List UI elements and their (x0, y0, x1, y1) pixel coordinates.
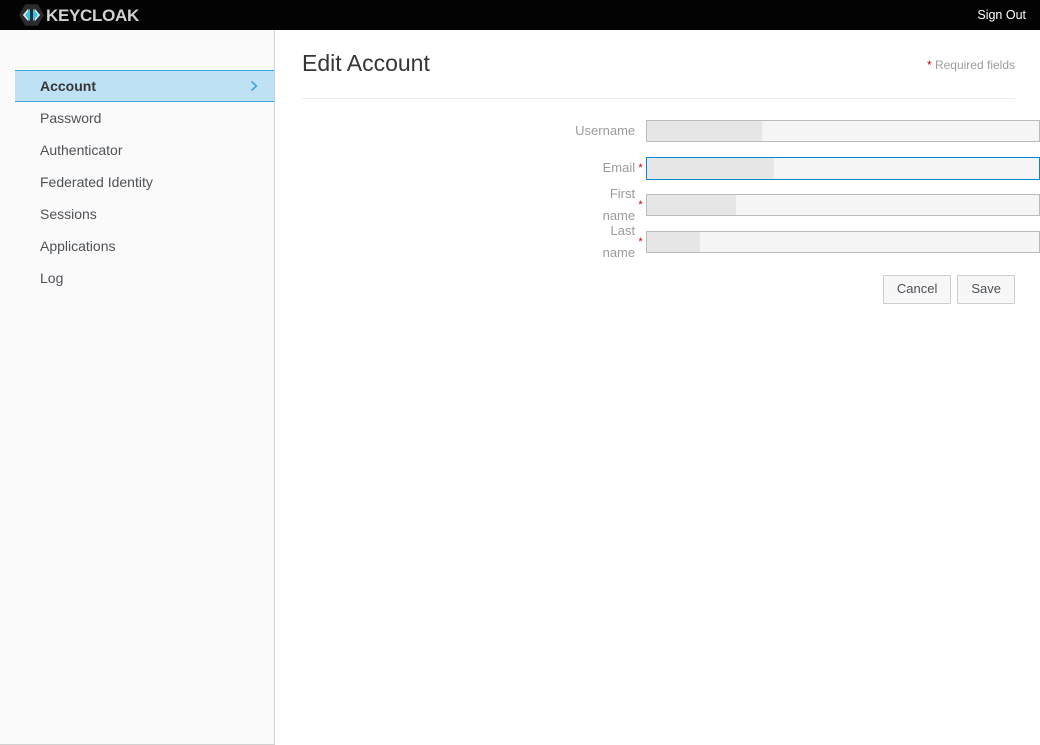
sidebar-item-label: Sessions (40, 206, 97, 222)
first-name-field[interactable] (645, 194, 1040, 216)
save-button[interactable]: Save (957, 275, 1015, 304)
required-asterisk: * (926, 58, 932, 72)
sidebar-item-label: Federated Identity (40, 174, 153, 190)
redaction-bar (646, 195, 736, 215)
sidebar-item-label: Password (40, 110, 102, 126)
sidebar-item-log[interactable]: Log (15, 262, 274, 294)
cancel-button[interactable]: Cancel (882, 275, 952, 304)
form-row-first-name: First name * (275, 186, 1040, 223)
redaction-bar (646, 157, 774, 179)
sidebar-item-label: Authenticator (40, 142, 123, 158)
first-name-required-marker: * (638, 199, 643, 211)
form-row-username: Username (275, 120, 1040, 142)
form-row-last-name: Last name * (275, 223, 1040, 260)
last-name-label: Last name (602, 223, 636, 260)
sidebar-item-authenticator[interactable]: Authenticator (15, 134, 274, 166)
sidebar-item-label: Applications (40, 238, 116, 254)
sidebar-item-password[interactable]: Password (15, 102, 274, 134)
form-actions: Cancel Save (275, 275, 1015, 304)
edit-account-form: Username Email * First name * Last name … (275, 120, 1040, 304)
brand[interactable]: KEYCLOAK (19, 0, 139, 30)
main-content: Edit Account * Required fields Username … (275, 30, 1040, 745)
sidebar-item-sessions[interactable]: Sessions (15, 198, 274, 230)
sidebar: Account Password Authenticator Federated… (0, 30, 275, 745)
navbar-right: Sign Out (977, 8, 1026, 22)
form-row-email: Email * (275, 156, 1040, 180)
sidebar-item-label: Log (40, 270, 64, 286)
sidebar-item-label: Account (40, 78, 96, 94)
sidebar-nav-list: Account Password Authenticator Federated… (0, 30, 274, 294)
last-name-required-marker: * (638, 236, 643, 248)
sidebar-item-account[interactable]: Account (15, 70, 274, 102)
chevron-right-icon (251, 81, 258, 91)
required-fields-note: * Required fields (927, 58, 1015, 72)
page-title: Edit Account (302, 50, 430, 76)
sign-out-link[interactable]: Sign Out (977, 8, 1026, 22)
top-navbar: KEYCLOAK Sign Out (0, 0, 1040, 30)
last-name-field[interactable] (645, 231, 1040, 253)
email-field[interactable] (645, 156, 1040, 180)
username-field[interactable] (645, 120, 1040, 142)
username-label: Username (575, 123, 636, 138)
page-header: Edit Account * Required fields (302, 30, 1015, 99)
brand-text: KEYCLOAK (46, 5, 139, 25)
required-fields-label: Required fields (934, 58, 1015, 72)
email-required-marker: * (638, 162, 643, 174)
email-label: Email (602, 160, 636, 175)
keycloak-logo-icon (19, 4, 44, 26)
redaction-bar (646, 121, 762, 141)
sidebar-item-applications[interactable]: Applications (15, 230, 274, 262)
redaction-bar (646, 232, 700, 252)
sidebar-item-federated-identity[interactable]: Federated Identity (15, 166, 274, 198)
